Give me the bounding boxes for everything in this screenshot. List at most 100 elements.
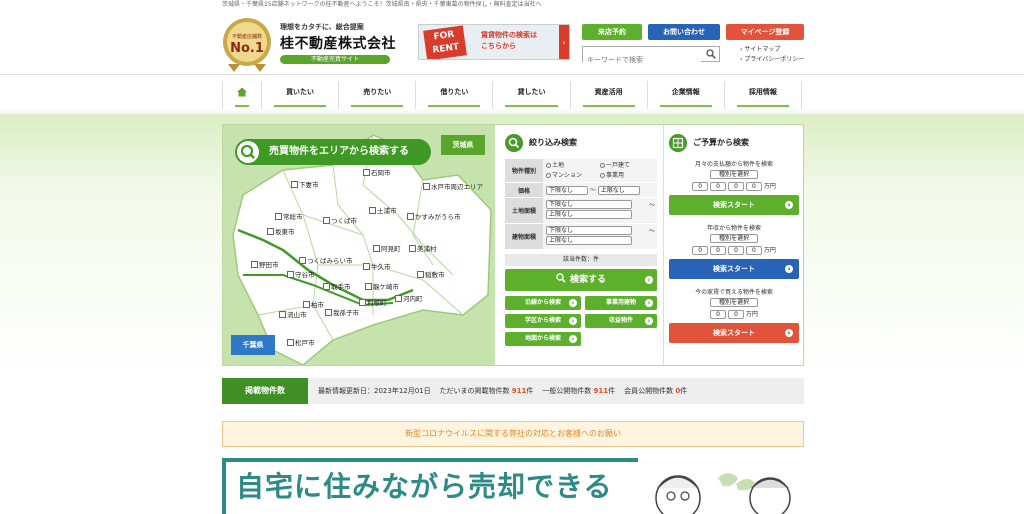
- keyword-search: [582, 46, 720, 67]
- nav-lease[interactable]: 貸したい: [493, 81, 571, 109]
- city-checkbox[interactable]: つくばみらい市: [299, 255, 353, 265]
- no1-badge-icon: 不動産店舗数 No.1: [223, 18, 271, 72]
- search-icon[interactable]: [706, 49, 716, 59]
- nav-rent[interactable]: 借りたい: [416, 81, 494, 109]
- pref-ibaraki-button[interactable]: 茨城県: [441, 135, 485, 155]
- monthly-search-start-button[interactable]: 検索スタート: [669, 195, 799, 215]
- result-count: 該当件数：件: [505, 254, 657, 266]
- nav-sell[interactable]: 売りたい: [339, 81, 417, 109]
- price-label: 価格: [505, 183, 543, 197]
- price-max-select[interactable]: 上限なし: [597, 186, 640, 195]
- search-panel: 売買物件をエリアから検索する 茨城県 千葉県 石岡市 下妻市 水戸市周辺エリア …: [222, 124, 804, 366]
- monthly-amount-select[interactable]: 0: [692, 182, 709, 191]
- stats-text: 最新情報更新日：2023年12月01日 ただいまの掲載物件数 911件 一般公開…: [318, 387, 688, 395]
- badge-text: No.1: [230, 41, 264, 56]
- income-unit: 万円: [763, 247, 776, 254]
- income-search-text: 年収から物件を検索: [706, 225, 761, 232]
- monthly-type-select[interactable]: 種別を選択: [710, 170, 758, 179]
- rent-amount-select[interactable]: 0: [710, 310, 727, 319]
- building-area-label: 建物面積: [505, 224, 543, 249]
- city-checkbox[interactable]: 水戸市周辺エリア: [423, 181, 483, 191]
- income-amount-select[interactable]: 0: [710, 246, 727, 255]
- building-max-select[interactable]: 上限なし: [546, 236, 632, 245]
- line-search-button[interactable]: 沿線から検索: [505, 296, 581, 310]
- stats-label: 掲載物件数: [222, 378, 308, 404]
- visit-reservation-button[interactable]: 来店予約: [582, 24, 642, 40]
- land-min-select[interactable]: 下限なし: [546, 200, 632, 209]
- city-checkbox[interactable]: 常総市: [275, 211, 303, 221]
- income-search-start-button[interactable]: 検索スタート: [669, 259, 799, 279]
- home-icon: [237, 87, 247, 97]
- rent-type-select[interactable]: 種別を選択: [710, 298, 758, 307]
- school-search-button[interactable]: 学区から検索: [505, 314, 581, 328]
- building-min-select[interactable]: 下限なし: [546, 226, 632, 235]
- city-checkbox[interactable]: 美浦村: [409, 243, 437, 253]
- rent-search-text: 今の家賃で買える物件を検索: [695, 289, 773, 296]
- city-checkbox[interactable]: 守谷市: [287, 269, 315, 279]
- income-type-select[interactable]: 種別を選択: [710, 234, 758, 243]
- privacy-link[interactable]: › プライバシーポリシー: [740, 55, 804, 65]
- monthly-amount-select[interactable]: 0: [710, 182, 727, 191]
- city-checkbox[interactable]: 土浦市: [369, 205, 397, 215]
- mypage-register-button[interactable]: マイページ登録: [726, 24, 804, 40]
- nav-home[interactable]: [222, 81, 262, 109]
- monthly-amount-select[interactable]: 0: [745, 182, 762, 191]
- city-checkbox[interactable]: 松戸市: [287, 337, 315, 347]
- search-button[interactable]: 検索する: [505, 269, 657, 291]
- city-checkbox[interactable]: 石岡市: [363, 167, 391, 177]
- covid-notice-link[interactable]: 新型コロナウイルスに関する弊社の対応とお客様へのお願い: [222, 421, 804, 447]
- city-checkbox[interactable]: 流山市: [279, 309, 307, 319]
- header: 不動産店舗数 No.1 理想をカタチに、総合提案 桂不動産株式会社 不動産売買サ…: [0, 10, 1024, 74]
- for-rent-sign: FOR RENT: [423, 25, 467, 59]
- city-checkbox[interactable]: 牛久市: [363, 261, 391, 271]
- city-checkbox[interactable]: 坂東市: [267, 226, 295, 236]
- type-business-radio[interactable]: 事業用: [600, 171, 654, 181]
- type-mansion-radio[interactable]: マンション: [546, 171, 600, 181]
- listing-stats: 掲載物件数 最新情報更新日：2023年12月01日 ただいまの掲載物件数 911…: [222, 378, 804, 404]
- city-checkbox[interactable]: 取手市: [323, 281, 351, 291]
- main-nav: 買いたい 売りたい 借りたい 貸したい 資産活用 企業情報 採用情報: [0, 74, 1024, 114]
- income-amount-select[interactable]: 0: [692, 246, 709, 255]
- city-checkbox[interactable]: 龍ケ崎市: [365, 281, 399, 291]
- land-max-select[interactable]: 上限なし: [546, 210, 632, 219]
- city-checkbox[interactable]: 利根町: [359, 297, 387, 307]
- contact-button[interactable]: お問い合わせ: [648, 24, 720, 40]
- business-building-button[interactable]: 事業用建物: [585, 296, 657, 310]
- price-row: 価格 下限なし ～ 上限なし: [505, 183, 657, 198]
- type-land-radio[interactable]: 土地: [546, 161, 600, 171]
- logo-site-label: 不動産売買サイト: [280, 55, 390, 64]
- building-tilde: ～: [648, 228, 655, 235]
- monthly-amount-select[interactable]: 0: [727, 182, 744, 191]
- sell-while-living-banner[interactable]: 自宅に住みながら売却できる: [222, 458, 802, 514]
- map-search-title: 売買物件をエリアから検索する: [235, 139, 431, 165]
- sitemap-link[interactable]: › サイトマップ: [740, 45, 804, 55]
- city-checkbox[interactable]: 河内町: [395, 293, 423, 303]
- income-property-button[interactable]: 収益物件: [585, 314, 657, 328]
- rent-search-start-button[interactable]: 検索スタート: [669, 323, 799, 343]
- price-tilde: ～: [589, 187, 596, 194]
- search-input[interactable]: [583, 53, 701, 67]
- map-search-button[interactable]: 地図から検索: [505, 332, 581, 346]
- income-amount-select[interactable]: 0: [745, 246, 762, 255]
- city-checkbox[interactable]: 野田市: [251, 259, 279, 269]
- income-amount-select[interactable]: 0: [727, 246, 744, 255]
- nav-buy[interactable]: 買いたい: [262, 81, 340, 109]
- rent-search-banner[interactable]: FOR RENT 賃貸物件の検索は こちらから ›: [418, 24, 570, 60]
- city-checkbox[interactable]: 柏市: [303, 299, 324, 309]
- rent-amount-select[interactable]: 0: [727, 310, 744, 319]
- property-type-row: 物件種別 土地 一戸建て マンション 事業用: [505, 159, 657, 183]
- city-checkbox[interactable]: 我孫子市: [325, 307, 359, 317]
- pref-chiba-button[interactable]: 千葉県: [231, 335, 275, 355]
- price-min-select[interactable]: 下限なし: [546, 186, 588, 195]
- nav-asset[interactable]: 資産活用: [571, 81, 648, 109]
- city-checkbox[interactable]: 阿見町: [373, 243, 401, 253]
- type-house-radio[interactable]: 一戸建て: [600, 161, 654, 171]
- city-checkbox[interactable]: 稲敷市: [417, 269, 445, 279]
- chevron-right-icon: ›: [559, 25, 569, 59]
- nav-recruit[interactable]: 採用情報: [725, 81, 802, 109]
- city-checkbox[interactable]: かすみがうら市: [407, 211, 461, 221]
- city-checkbox[interactable]: 下妻市: [291, 179, 319, 189]
- city-checkbox[interactable]: つくば市: [323, 215, 357, 225]
- logo[interactable]: 理想をカタチに、総合提案 桂不動産株式会社 不動産売買サイト: [280, 22, 396, 64]
- nav-company[interactable]: 企業情報: [648, 81, 725, 109]
